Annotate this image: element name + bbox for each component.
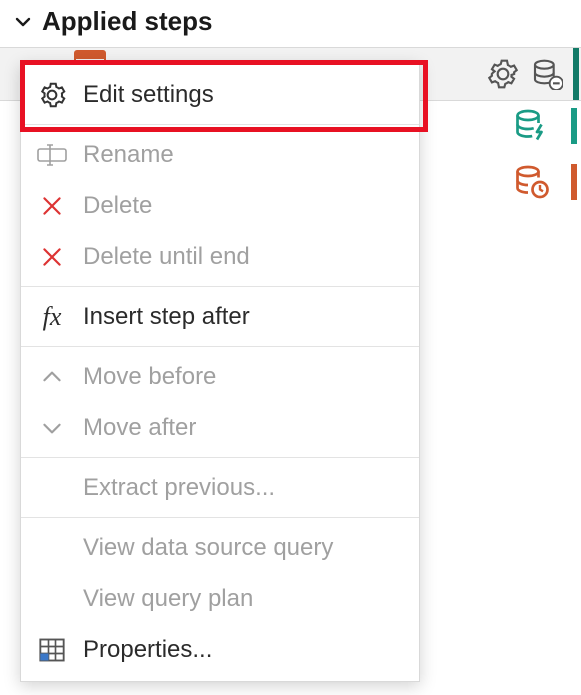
- menu-separator: [21, 286, 419, 287]
- menu-delete-until-end: Delete until end: [21, 231, 419, 282]
- menu-separator: [21, 517, 419, 518]
- gear-icon: [35, 78, 69, 112]
- menu-view-data-source-query: View data source query: [21, 522, 419, 573]
- menu-extract-previous: Extract previous...: [21, 462, 419, 513]
- menu-edit-settings[interactable]: Edit settings: [21, 69, 419, 120]
- accent-bar: [571, 108, 577, 144]
- menu-view-query-plan: View query plan: [21, 573, 419, 624]
- menu-move-before: Move before: [21, 351, 419, 402]
- chevron-down-small-icon: [35, 411, 69, 445]
- menu-label: Properties...: [83, 636, 405, 664]
- blank-icon: [35, 471, 69, 505]
- x-icon: [35, 189, 69, 223]
- chevron-down-icon[interactable]: [14, 13, 32, 31]
- menu-label: Edit settings: [83, 81, 405, 109]
- menu-separator: [21, 457, 419, 458]
- context-menu: Edit settings Rename Delete Delete until…: [20, 62, 420, 682]
- gear-icon[interactable]: [487, 58, 519, 90]
- table-icon: [35, 633, 69, 667]
- panel-header: Applied steps: [0, 0, 581, 47]
- menu-label: View data source query: [83, 534, 405, 562]
- menu-label: Rename: [83, 141, 405, 169]
- menu-insert-step-after[interactable]: fx Insert step after: [21, 291, 419, 342]
- menu-separator: [21, 346, 419, 347]
- menu-label: Delete: [83, 192, 405, 220]
- blank-icon: [35, 531, 69, 565]
- scrollbar-accent: [573, 48, 579, 100]
- menu-label: Delete until end: [83, 243, 405, 271]
- menu-separator: [21, 124, 419, 125]
- fx-icon: fx: [35, 300, 69, 334]
- menu-label: Move after: [83, 414, 405, 442]
- rename-icon: [35, 138, 69, 172]
- x-icon: [35, 240, 69, 274]
- accent-bar: [571, 164, 577, 200]
- database-bolt-icon[interactable]: [513, 104, 563, 148]
- database-clock-icon[interactable]: [513, 160, 563, 204]
- menu-label: Insert step after: [83, 303, 405, 331]
- database-remove-icon[interactable]: [531, 58, 563, 90]
- menu-properties[interactable]: Properties...: [21, 624, 419, 675]
- blank-icon: [35, 582, 69, 616]
- menu-rename: Rename: [21, 129, 419, 180]
- menu-move-after: Move after: [21, 402, 419, 453]
- menu-delete: Delete: [21, 180, 419, 231]
- menu-label: View query plan: [83, 585, 405, 613]
- menu-label: Move before: [83, 363, 405, 391]
- menu-label: Extract previous...: [83, 474, 405, 502]
- panel-title: Applied steps: [42, 6, 212, 37]
- chevron-up-icon: [35, 360, 69, 394]
- query-type-icons: [513, 104, 563, 204]
- step-actions: [487, 58, 563, 90]
